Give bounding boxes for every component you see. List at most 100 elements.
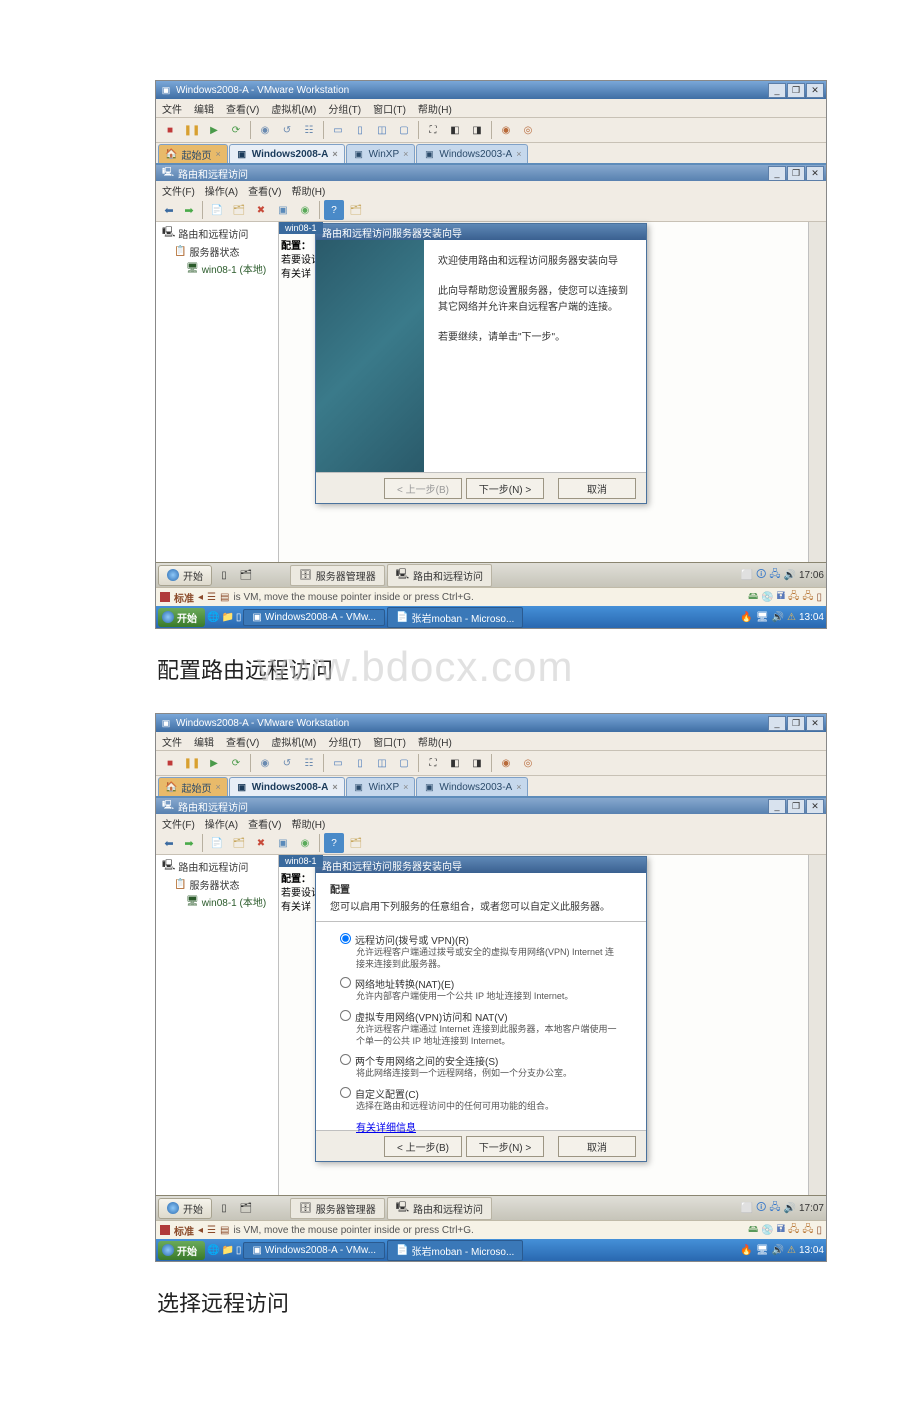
close-icon[interactable]: × [215,782,220,792]
forward-icon[interactable]: ➡ [180,834,198,852]
screen4-icon[interactable]: ▢ [394,753,414,773]
delete-icon[interactable]: ✖ [251,200,271,220]
screen3-icon[interactable]: ◫ [372,753,392,773]
maximize-button[interactable]: ❐ [787,83,805,98]
close-icon[interactable]: × [332,149,337,159]
reset-icon[interactable]: ⟳ [226,120,246,140]
quick-launch-icon[interactable]: 🌐 [207,1245,219,1256]
refresh-icon[interactable]: ▣ [273,833,293,853]
tray-clock[interactable]: 17:06 [799,570,824,581]
tab-home[interactable]: 🏠 起始页 × [158,144,228,163]
tray-clock[interactable]: 17:07 [799,1203,824,1214]
tab-win2008a[interactable]: ▣ Windows2008-A × [229,144,345,163]
menu-group[interactable]: 分组(T) [328,101,361,116]
gmenu-file[interactable]: 文件(F) [162,183,195,198]
help-icon[interactable]: ? [324,200,344,220]
maximize-button[interactable]: ❐ [787,716,805,731]
snapshot-icon[interactable]: ◉ [255,753,275,773]
maximize-button[interactable]: ❐ [787,799,805,814]
screen-icon[interactable]: ▭ [328,753,348,773]
scrollbar[interactable] [808,855,826,1195]
back-icon[interactable]: ⬅ [160,201,178,219]
stop-icon[interactable]: ■ [160,753,180,773]
menu-file[interactable]: 文件 [162,734,182,749]
tab-win2003a[interactable]: ▣ Windows2003-A × [416,777,528,796]
device-icon[interactable]: 🖧 [788,589,799,606]
tree-server-status[interactable]: 📋 服务器状态 [158,243,276,260]
menu-edit[interactable]: 编辑 [194,101,214,116]
tray-icon[interactable]: 🔥 [740,1245,752,1256]
guest-start-button[interactable]: 开始 [158,565,212,586]
delete-icon[interactable]: ✖ [251,833,271,853]
tree-node-win08[interactable]: 🖥 win08-1 (本地) [158,893,276,910]
task-server-manager[interactable]: 🗄 服务器管理器 [290,565,385,586]
quick-launch-icon[interactable]: ▯ [236,612,242,623]
next-button[interactable]: 下一步(N) > [466,1136,544,1157]
quick-launch-icon[interactable]: 🌐 [207,612,219,623]
export-icon[interactable]: ◉ [295,833,315,853]
close-icon[interactable]: × [403,782,408,792]
unity-icon[interactable]: ◧ [445,120,465,140]
tool1-icon[interactable]: ◉ [496,120,516,140]
close-button[interactable]: ✕ [806,83,824,98]
props-icon[interactable]: 🗂 [229,200,249,220]
device-icon[interactable]: 💿 [761,592,773,603]
close-icon[interactable]: × [516,782,521,792]
menu-window[interactable]: 窗口(T) [373,734,406,749]
show-desktop-icon[interactable]: ▯ [214,565,234,585]
gmenu-file[interactable]: 文件(F) [162,816,195,831]
tray-volume-icon[interactable]: 🔊 [784,570,796,581]
close-button[interactable]: ✕ [806,716,824,731]
view-icon[interactable]: ◨ [467,120,487,140]
tray-icon[interactable]: 🔥 [740,612,752,623]
task-rras[interactable]: 🖳 路由和远程访问 [387,564,492,587]
menu-vm[interactable]: 虚拟机(M) [271,734,316,749]
gmenu-view[interactable]: 查看(V) [248,183,281,198]
screen2-icon[interactable]: ▯ [350,753,370,773]
screen3-icon[interactable]: ◫ [372,120,392,140]
minimize-button[interactable]: _ [768,83,786,98]
device-icon[interactable]: 🖬 [777,1222,786,1239]
tab-home[interactable]: 🏠 起始页 × [158,777,228,796]
close-icon[interactable]: × [215,149,220,159]
task-server-manager[interactable]: 🗄 服务器管理器 [290,1198,385,1219]
device-icon[interactable]: 🖧 [802,589,813,606]
tray-icon[interactable]: 🖥 [756,1245,769,1256]
revert-icon[interactable]: ↺ [277,753,297,773]
fullscreen-icon[interactable]: ⛶ [423,120,443,140]
host-clock[interactable]: 13:04 [799,1245,824,1256]
tree-server-status[interactable]: 📋 服务器状态 [158,876,276,893]
tray-action-center-icon[interactable]: 🛈 [756,567,766,584]
tree-root[interactable]: 🖳 路由和远程访问 [158,857,276,876]
list-icon[interactable]: 🗂 [346,200,366,220]
host-task-word[interactable]: 📄 张岩moban - Microso... [387,1240,523,1261]
back-icon[interactable]: ⬅ [160,834,178,852]
device-icon[interactable]: 🖧 [788,1222,799,1239]
back-button[interactable]: < 上一步(B) [384,1136,462,1157]
tray-icon[interactable]: ⚠ [787,1245,796,1256]
quick-launch-icon[interactable]: ▯ [236,1245,242,1256]
explorer-icon[interactable]: 🗂 [236,1198,256,1218]
device-icon[interactable]: 🖬 [777,589,786,606]
tool2-icon[interactable]: ◎ [518,120,538,140]
device-icon[interactable]: 🖴 [748,589,758,606]
gmenu-action[interactable]: 操作(A) [205,183,238,198]
gmenu-view[interactable]: 查看(V) [248,816,281,831]
quick-launch-icon[interactable]: 📁 [221,612,233,623]
pause-icon[interactable]: ❚❚ [182,120,202,140]
tray-action-center-icon[interactable]: 🛈 [756,1200,766,1217]
minimize-button[interactable]: _ [768,799,786,814]
forward-icon[interactable]: ➡ [180,201,198,219]
tab-winxp[interactable]: ▣ WinXP × [346,144,416,163]
pause-icon[interactable]: ❚❚ [182,753,202,773]
menu-help[interactable]: 帮助(H) [418,734,452,749]
tray-network-icon[interactable]: 🖧 [769,1200,780,1217]
gmenu-help[interactable]: 帮助(H) [291,816,325,831]
help-icon[interactable]: ? [324,833,344,853]
host-task-vmware[interactable]: ▣ Windows2008-A - VMw... [243,1242,385,1259]
tool2-icon[interactable]: ◎ [518,753,538,773]
stop-icon[interactable]: ■ [160,120,180,140]
tool1-icon[interactable]: ◉ [496,753,516,773]
close-icon[interactable]: × [332,782,337,792]
refresh-icon[interactable]: ▣ [273,200,293,220]
